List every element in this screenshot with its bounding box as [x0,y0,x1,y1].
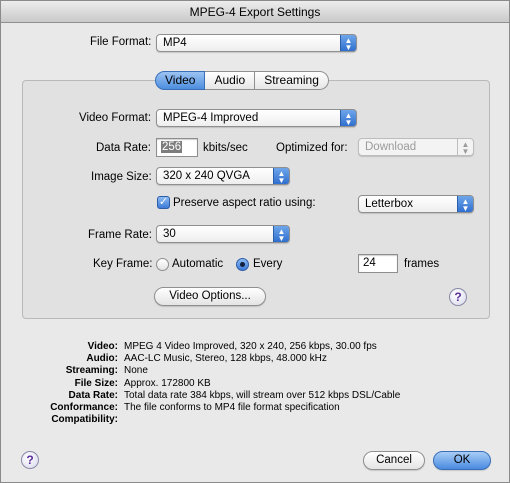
summary-value: The file conforms to MP4 file format spe… [124,402,340,414]
aspect-mode-popup[interactable]: Letterbox ▲ ▼ [358,195,474,213]
summary-row: Data Rate: Total data rate 384 kbps, will… [23,389,401,402]
summary-value: Approx. 172800 KB [124,377,211,389]
settings-summary: Video: MPEG 4 Video Improved, 320 x 240, … [23,341,400,426]
summary-value: MPEG 4 Video Improved, 320 x 240, 256 kb… [124,341,377,352]
key-frame-automatic-radio[interactable] [156,258,169,271]
tab-streaming[interactable]: Streaming [255,71,329,90]
file-format-popup[interactable]: MP4 ▲ ▼ [156,34,357,52]
key-frame-count-field[interactable]: 24 [358,254,398,273]
video-format-popup[interactable]: MPEG-4 Improved ▲ ▼ [156,109,357,127]
popup-arrows-icon: ▲ ▼ [340,35,356,51]
summary-key: Video: [87,341,118,352]
help-icon[interactable]: ? [449,288,467,306]
popup-arrows-icon: ▲ ▼ [273,168,289,184]
video-format-label: Video Format: [79,112,152,124]
popup-arrows-icon: ▲ ▼ [340,110,356,126]
export-settings-window: MPEG-4 Export Settings File Format: MP4 … [0,0,510,483]
data-rate-field[interactable]: 256 [156,138,198,157]
aspect-mode-value: Letterbox [365,198,413,210]
frame-rate-popup[interactable]: 30 ▲ ▼ [156,225,290,243]
key-frame-every-radio[interactable] [236,258,249,271]
summary-row: Streaming: None [23,365,400,377]
popup-arrows-icon: ▲ ▼ [457,196,473,212]
video-options-button[interactable]: Video Options... [154,287,266,306]
settings-tabs: Video Audio Streaming [155,71,329,91]
frame-rate-label: Frame Rate: [88,229,152,241]
popup-arrows-icon: ▲ ▼ [273,226,289,242]
summary-key: Data Rate: [68,389,118,401]
image-size-popup[interactable]: 320 x 240 QVGA ▲ ▼ [156,167,290,185]
tab-video[interactable]: Video [155,71,206,90]
optimized-for-label: Optimized for: [276,142,348,154]
preserve-aspect-label: Preserve aspect ratio using: [173,197,316,209]
summary-row: Compatibility: [23,414,400,426]
summary-row: Conformance: The file conforms to MP4 fil… [23,402,400,414]
summary-value: AAC-LC Music, Stereo, 128 kbps, 48.000 k… [124,353,327,365]
window-title: MPEG-4 Export Settings [1,1,509,23]
summary-key: File Size: [74,377,118,389]
summary-row: Video: MPEG 4 Video Improved, 320 x 240, … [23,341,400,353]
summary-key: Audio: [86,353,118,365]
data-rate-unit: kbits/sec [203,142,248,154]
summary-key: Compatibility: [51,414,118,426]
help-icon[interactable]: ? [21,451,39,469]
ok-button[interactable]: OK [433,451,491,470]
summary-key: Conformance: [50,402,118,414]
popup-arrows-icon: ▲ ▼ [457,139,473,155]
data-rate-value: 256 [161,141,183,153]
preserve-aspect-checkbox[interactable]: ✓ [157,196,170,209]
video-format-value: MPEG-4 Improved [163,112,259,124]
summary-row: File Size: Approx. 172800 KB [23,378,400,390]
cancel-button[interactable]: Cancel [363,451,425,470]
data-rate-label: Data Rate: [96,142,151,154]
key-frame-every-label: Every [253,258,283,270]
summary-key: Streaming: [65,365,118,377]
file-format-label: File Format: [90,36,152,48]
tab-audio[interactable]: Audio [205,71,256,90]
key-frame-automatic-label: Automatic [172,258,224,270]
image-size-label: Image Size: [91,171,152,183]
optimized-for-value: Download [365,141,417,153]
summary-value: None [124,365,148,377]
frame-rate-value: 30 [163,228,176,240]
key-frame-unit: frames [404,258,440,270]
summary-value: Total data rate 384 kbps, will stream ov… [124,389,401,401]
file-format-value: MP4 [163,37,187,49]
image-size-value: 320 x 240 QVGA [163,170,250,182]
optimized-for-popup[interactable]: Download ▲ ▼ [358,138,474,156]
summary-row: Audio: AAC-LC Music, Stereo, 128 kbps, 48… [23,353,400,365]
key-frame-label: Key Frame: [93,258,153,270]
